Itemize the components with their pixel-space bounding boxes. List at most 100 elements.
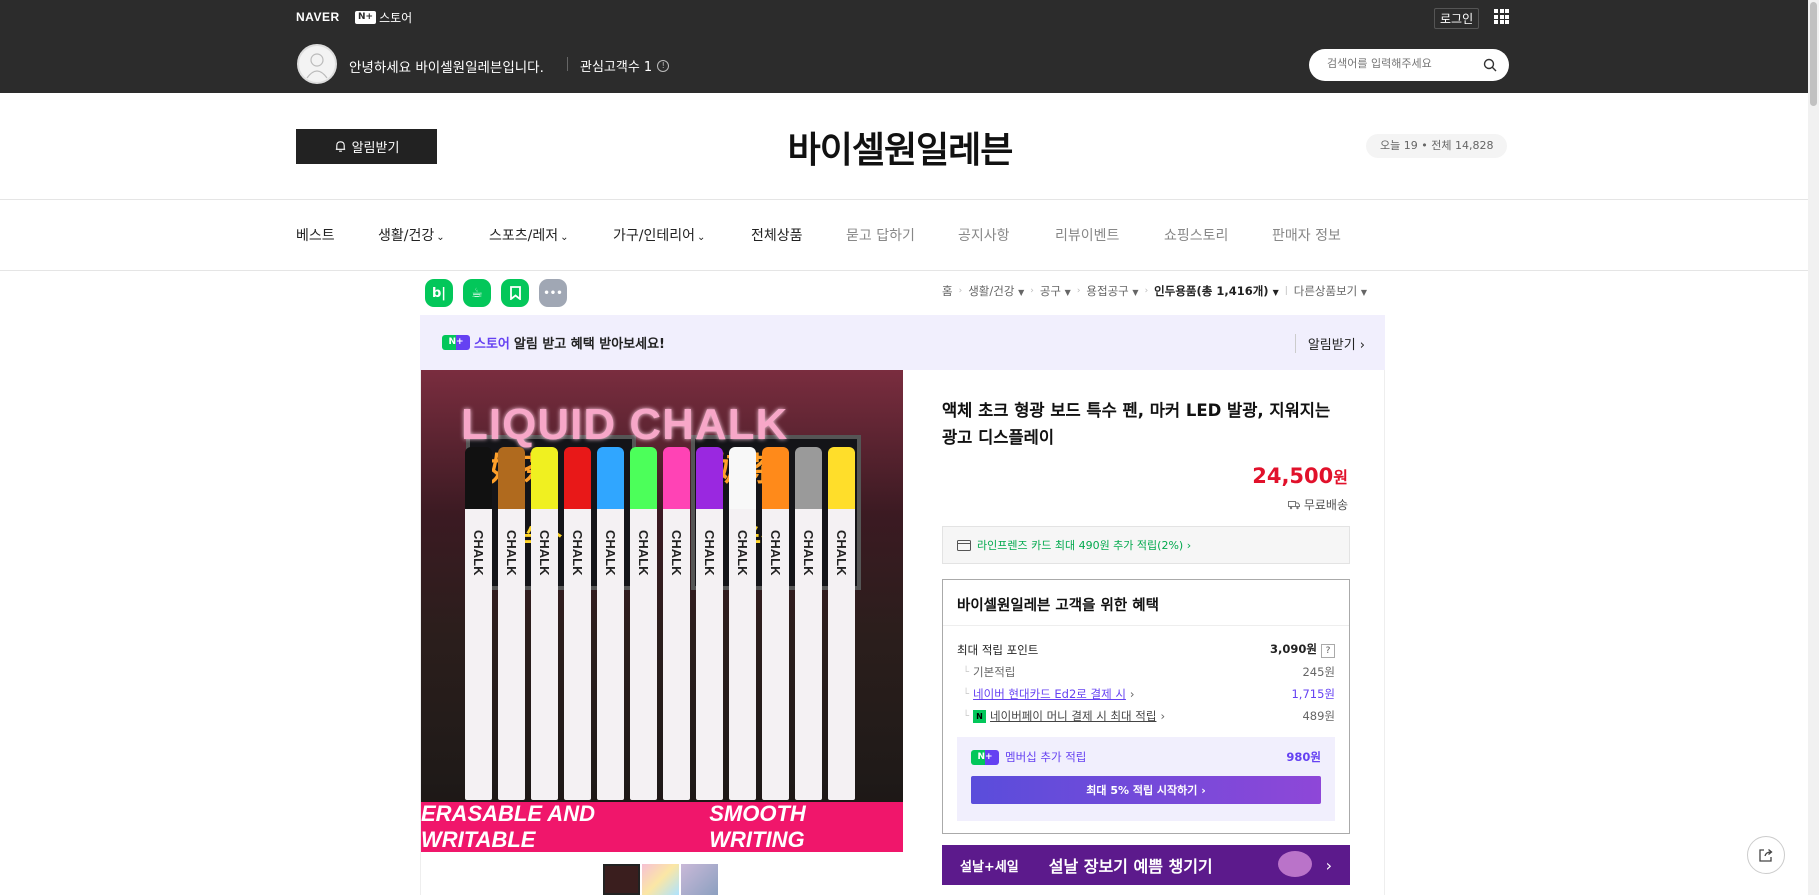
nav-item-living-health[interactable]: 생활/건강 ⌄ (378, 225, 445, 245)
naver-pay-icon: N (973, 709, 987, 723)
notify-button[interactable]: 알림받기 (296, 129, 437, 164)
chevron-right-icon: › (1030, 286, 1034, 296)
promo-text: 알림 받고 혜택 받아보세요! (513, 337, 665, 352)
chevron-right-icon: › (1325, 855, 1332, 875)
max-points-row: 최대 적립 포인트 3,090원? (957, 641, 1335, 658)
basic-points-row: └ 기본적립 245원 (963, 665, 1335, 679)
fans-label: 관심고객수 1 (580, 60, 653, 75)
search-input[interactable] (1327, 57, 1477, 70)
product-section: 奶茶 半价 奶茶 半价 LIQUID CHALK CHALK CHALK CHA… (420, 370, 1385, 895)
shipping-label: 무료배송 (1303, 498, 1348, 512)
thumbnail[interactable] (603, 864, 640, 895)
basic-points-value: 245원 (1302, 665, 1335, 679)
nav-item-best[interactable]: 베스트 (296, 225, 335, 245)
max-points-value: 3,090원 (1270, 642, 1317, 656)
chevron-down-icon: ⌄ (436, 232, 445, 243)
divider (943, 625, 1349, 626)
breadcrumb-item[interactable]: 생활/건강 ▼ (968, 283, 1024, 299)
membership-value: 980원 (1286, 750, 1321, 764)
chevron-down-icon: ⌄ (560, 232, 569, 243)
chevron-right-icon: › (1076, 286, 1081, 296)
membership-label: 멤버십 추가 적립 (1005, 750, 1087, 764)
login-link[interactable]: 로그인 (1434, 8, 1480, 29)
image-title: LIQUID CHALK (461, 400, 789, 449)
product-title: 액체 초크 형광 보드 특수 펜, 마커 LED 발광, 지워지는 광고 디스플… (942, 401, 1331, 447)
store-logo-label: 스토어 (379, 11, 413, 25)
event-banner[interactable]: 설날+세일 설날 장보기 예쁨 챙기기 › (942, 845, 1350, 885)
credit-card-icon (957, 539, 971, 551)
notify-button-label: 알림받기 (351, 140, 400, 155)
scrollbar-thumb[interactable] (1810, 2, 1817, 106)
store-greeting: 안녕하세요 바이셀원일레븐입니다. (349, 60, 544, 76)
event-text: 설날 장보기 예쁨 챙기기 (1048, 857, 1213, 876)
nav-item-shopping-story[interactable]: 쇼핑스토리 (1164, 225, 1228, 245)
product-price: 24,500원 (1252, 464, 1348, 488)
max-points-label: 최대 적립 포인트 (957, 642, 1039, 657)
nav-item-all-products[interactable]: 전체상품 (751, 225, 803, 245)
nav-item-notice[interactable]: 공지사항 (958, 225, 1010, 245)
nplus-badge: N+ (355, 11, 377, 24)
event-tag: 설날+세일 (960, 859, 1019, 875)
basic-points-label: 기본적립 (973, 665, 1016, 679)
nav-item-review-event[interactable]: 리뷰이벤트 (1055, 225, 1119, 245)
nplus-badge: N+ (971, 749, 999, 765)
breadcrumb-item[interactable]: 홈 (942, 283, 953, 299)
talk-icon[interactable]: ☕ (463, 279, 491, 307)
truck-icon (1288, 501, 1300, 510)
nav-item-sports[interactable]: 스포츠/레저 ⌄ (489, 225, 569, 245)
product-main-image[interactable]: 奶茶 半价 奶茶 半价 LIQUID CHALK CHALK CHALK CHA… (421, 370, 903, 852)
top-bar: NAVER N+ 스토어 로그인 안녕하세요 바이셀원일레븐입니다. 관심고객수… (0, 0, 1808, 93)
search-icon[interactable] (1483, 58, 1497, 72)
chevron-down-icon: ⌄ (697, 232, 706, 243)
thumbnail[interactable] (642, 864, 679, 895)
share-icon (1759, 849, 1773, 862)
membership-start-button[interactable]: 최대 5% 적립 시작하기 › (971, 776, 1321, 804)
image-banner-left: ERASABLE AND WRITABLE (421, 801, 595, 852)
card-benefit-bar[interactable]: 라인프렌즈 카드 최대 490원 추가 적립(2%) › (942, 526, 1350, 564)
store-promo-banner[interactable]: N+ 스토어 알림 받고 혜택 받아보세요! 알림받기 › (420, 315, 1385, 370)
promo-notify-link[interactable]: 알림받기 › (1294, 334, 1365, 353)
fans-count: 관심고객수 1 ! (580, 56, 670, 75)
store-avatar[interactable] (297, 44, 337, 84)
promo-store-label: 스토어 (474, 337, 510, 352)
apps-grid-icon[interactable] (1494, 9, 1509, 24)
card-points-link[interactable]: 네이버 현대카드 Ed2로 결제 시 (973, 686, 1126, 702)
nplus-badge: N+ (442, 335, 470, 350)
breadcrumb-item[interactable]: 공구 ▼ (1040, 283, 1071, 299)
card-benefit-text: 라인프렌즈 카드 최대 490원 추가 적립(2%) › (977, 539, 1192, 552)
info-icon[interactable]: ! (657, 59, 670, 72)
category-nav: 베스트 생활/건강 ⌄ 스포츠/레저 ⌄ 가구/인테리어 ⌄ 전체상품 묻고 답하기 … (0, 201, 1808, 271)
shipping-info: 무료배송 (1201, 496, 1348, 513)
bookmark-icon[interactable] (501, 279, 529, 307)
breadcrumb-item[interactable]: 용접공구 ▼ (1086, 283, 1138, 299)
visitor-count: 오늘 19 • 전체 14,828 (1366, 134, 1508, 158)
scrollbar[interactable] (1808, 0, 1819, 895)
blog-icon[interactable]: b| (425, 279, 453, 307)
store-header: 알림받기 바이셀원일레븐 오늘 19 • 전체 14,828 (0, 93, 1808, 200)
nav-item-furniture[interactable]: 가구/인테리어 ⌄ (613, 225, 705, 245)
help-icon[interactable]: ? (1321, 644, 1335, 658)
naver-logo[interactable]: NAVER (296, 10, 340, 24)
breadcrumb-current[interactable]: 인두용품(총 1,416개) ▼ (1154, 283, 1279, 299)
nav-item-seller-info[interactable]: 판매자 정보 (1272, 225, 1341, 245)
breadcrumb: 홈 › 생활/건강 ▼ › 공구 ▼ › 용접공구 ▼ › 인두용품(총 1,4… (942, 283, 1368, 299)
share-button[interactable] (1747, 836, 1785, 874)
search-box (1309, 49, 1509, 81)
card-points-row: └ 네이버 현대카드 Ed2로 결제 시 › 1,715원 (963, 686, 1335, 702)
thumbnail-list (603, 864, 718, 895)
chevron-right-icon: › (1144, 286, 1149, 296)
divider (567, 57, 568, 71)
npay-points-link[interactable]: 네이버페이 머니 결제 시 최대 적립 (990, 708, 1156, 724)
store-name[interactable]: 바이셀원일레븐 (700, 121, 1100, 173)
nplus-store-logo: N+ 스토어 알림 받고 혜택 받아보세요! (442, 333, 665, 352)
chevron-right-icon: › (958, 286, 963, 296)
other-products-link[interactable]: 다른상품보기 ▼ (1294, 283, 1367, 299)
more-icon[interactable]: ••• (539, 279, 567, 307)
benefit-title: 바이셀원일레븐 고객을 위한 혜택 (957, 598, 1159, 614)
thumbnail[interactable] (681, 864, 718, 895)
membership-box: N+ 멤버십 추가 적립 980원 최대 5% 적립 시작하기 › (957, 737, 1335, 821)
npay-points-row: └ N 네이버페이 머니 결제 시 최대 적립 › 489원 (963, 708, 1335, 724)
naver-store-logo[interactable]: N+ 스토어 (355, 9, 412, 26)
image-banner: ERASABLE AND WRITABLE SMOOTH WRITING (421, 801, 903, 852)
nav-item-qna[interactable]: 묻고 답하기 (846, 225, 915, 245)
